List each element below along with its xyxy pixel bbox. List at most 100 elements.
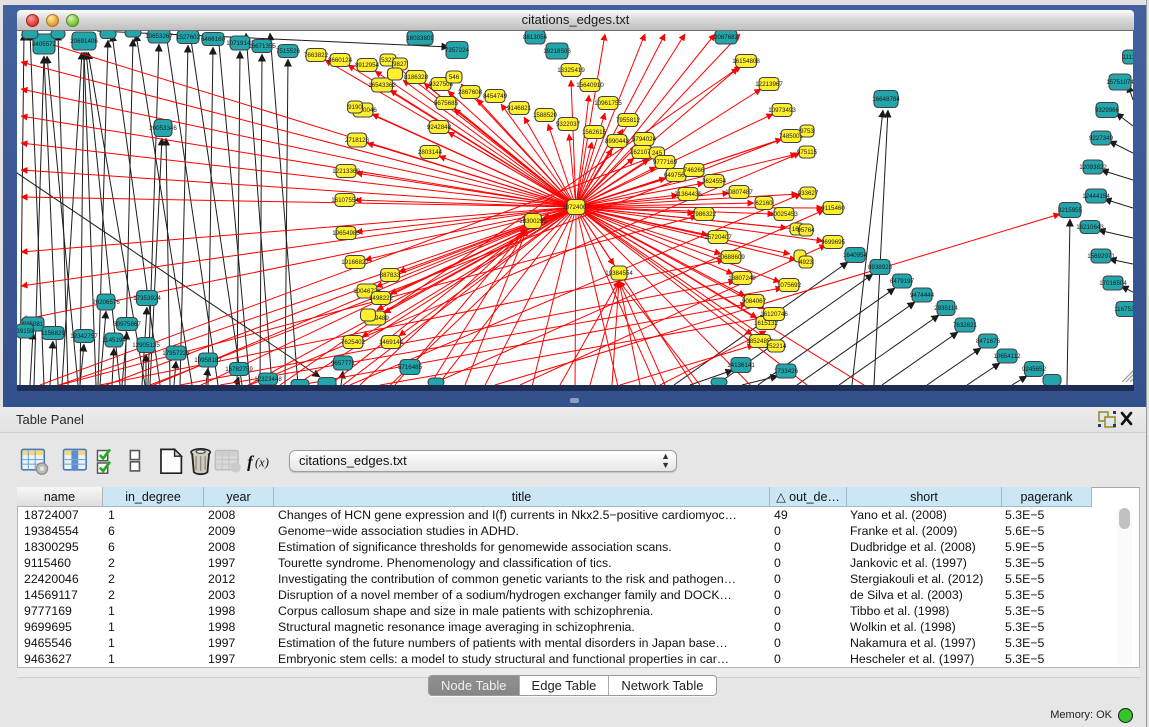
svg-text:2718126: 2718126 — [345, 137, 370, 144]
svg-text:12342757: 12342757 — [70, 333, 98, 340]
svg-text:8813054: 8813054 — [523, 34, 548, 41]
svg-text:15751074: 15751074 — [1106, 79, 1133, 86]
svg-text:30975867: 30975867 — [113, 321, 141, 328]
svg-text:9827: 9827 — [393, 61, 407, 68]
svg-text:1640954: 1640954 — [843, 252, 868, 259]
svg-text:10973493: 10973493 — [768, 107, 796, 114]
svg-text:933627: 933627 — [798, 190, 819, 197]
svg-text:1145194: 1145194 — [102, 337, 126, 344]
svg-text:15720407: 15720407 — [704, 234, 732, 241]
svg-text:1562615: 1562615 — [582, 129, 607, 136]
svg-text:7632621: 7632621 — [953, 322, 978, 329]
svg-text:7625402: 7625402 — [341, 339, 366, 346]
svg-text:8186328: 8186328 — [404, 74, 429, 81]
svg-text:9657771: 9657771 — [331, 360, 356, 367]
svg-text:7986322: 7986322 — [692, 211, 717, 218]
svg-text:17353924: 17353924 — [133, 295, 161, 302]
svg-text:16107554: 16107554 — [331, 197, 359, 204]
svg-text:9777169: 9777169 — [653, 159, 678, 166]
svg-text:2935114: 2935114 — [934, 305, 958, 312]
svg-text:13325419: 13325419 — [557, 67, 585, 74]
svg-text:3624554: 3624554 — [702, 178, 727, 185]
svg-text:16033809: 16033809 — [406, 35, 434, 42]
svg-text:17016504: 17016504 — [1099, 280, 1127, 287]
svg-text:1167533: 1167533 — [1114, 306, 1133, 313]
svg-text:2867608: 2867608 — [458, 89, 483, 96]
svg-text:9329966: 9329966 — [1095, 107, 1120, 114]
svg-text:17957223: 17957223 — [162, 350, 190, 357]
svg-text:9190: 9190 — [348, 104, 362, 111]
svg-text:12905135: 12905135 — [132, 342, 160, 349]
svg-text:12444154: 12444154 — [1082, 193, 1110, 200]
svg-text:12213967: 12213967 — [755, 81, 783, 88]
svg-text:7515526: 7515526 — [276, 48, 301, 55]
svg-text:8938923: 8938923 — [868, 264, 893, 271]
svg-text:252214: 252214 — [766, 343, 787, 350]
svg-text:6479197: 6479197 — [890, 278, 915, 285]
svg-text:9753: 9753 — [800, 128, 814, 135]
svg-text:9146821: 9146821 — [507, 105, 532, 112]
svg-text:5716485: 5716485 — [398, 364, 423, 371]
svg-text:16648784: 16648784 — [872, 96, 900, 103]
svg-text:2087682: 2087682 — [714, 34, 739, 41]
svg-text:62160: 62160 — [755, 200, 773, 207]
svg-text:7357224: 7357224 — [445, 47, 470, 54]
svg-text:15692971: 15692971 — [1087, 253, 1115, 260]
svg-text:21364436: 21364436 — [674, 191, 702, 198]
svg-text:19218506: 19218506 — [543, 48, 571, 55]
svg-text:12213369: 12213369 — [332, 168, 360, 175]
svg-text:6466160: 6466160 — [201, 36, 226, 43]
svg-text:(x): (x) — [255, 455, 269, 469]
svg-text:19654985: 19654985 — [332, 230, 360, 237]
svg-text:95764: 95764 — [797, 227, 815, 234]
svg-text:4923: 4923 — [799, 259, 813, 266]
svg-text:1527602: 1527602 — [176, 34, 201, 41]
svg-text:10958187: 10958187 — [194, 357, 222, 364]
svg-text:16782759: 16782759 — [225, 366, 253, 373]
svg-text:12093822: 12093822 — [1079, 164, 1107, 171]
svg-text:10654112: 10654112 — [993, 353, 1021, 360]
svg-text:9084067: 9084067 — [742, 298, 767, 305]
svg-text:1112: 1112 — [1123, 54, 1133, 61]
svg-text:1733426: 1733426 — [774, 368, 799, 375]
svg-text:18807249: 18807249 — [728, 275, 756, 282]
svg-text:18724007: 18724007 — [562, 204, 590, 211]
svg-text:8660124: 8660124 — [328, 57, 353, 64]
svg-text:10688609: 10688609 — [717, 254, 745, 261]
svg-text:9115460: 9115460 — [821, 205, 845, 212]
svg-text:8990443: 8990443 — [605, 138, 630, 145]
svg-text:1469144: 1469144 — [379, 339, 404, 346]
svg-text:9227349: 9227349 — [1089, 135, 1114, 142]
svg-text:8471676: 8471676 — [976, 338, 1001, 345]
svg-text:14136141: 14136141 — [727, 362, 755, 369]
svg-text:8912954: 8912954 — [355, 62, 380, 69]
svg-text:39159: 39159 — [17, 328, 34, 335]
svg-text:8215955: 8215955 — [1058, 207, 1083, 214]
svg-text:1156829: 1156829 — [41, 330, 65, 337]
svg-text:7955812: 7955812 — [616, 117, 641, 124]
svg-text:975115: 975115 — [797, 149, 818, 156]
svg-text:20691406: 20691406 — [70, 38, 98, 45]
svg-text:16671355: 16671355 — [248, 43, 276, 50]
svg-text:20053346: 20053346 — [149, 125, 177, 132]
svg-text:887833: 887833 — [380, 272, 401, 279]
svg-text:8405572: 8405572 — [32, 41, 57, 48]
svg-text:16210643: 16210643 — [1076, 224, 1104, 231]
svg-text:1498222: 1498222 — [369, 295, 394, 302]
svg-text:6794024: 6794024 — [632, 136, 657, 143]
svg-text:16154808: 16154808 — [732, 58, 760, 65]
svg-text:10961755: 10961755 — [594, 100, 622, 107]
svg-text:12323448: 12323448 — [254, 376, 282, 383]
svg-text:f: f — [247, 453, 255, 472]
svg-text:10807487: 10807487 — [725, 189, 753, 196]
svg-text:5675685: 5675685 — [434, 100, 459, 107]
svg-text:10025453: 10025453 — [770, 211, 798, 218]
svg-text:746266: 746266 — [684, 167, 705, 174]
svg-text:1075692: 1075692 — [777, 282, 802, 289]
svg-text:2803144: 2803144 — [418, 149, 443, 156]
svg-text:19384554: 19384554 — [605, 270, 633, 277]
svg-text:16543362: 16543362 — [368, 82, 396, 89]
svg-text:9699695: 9699695 — [821, 239, 846, 246]
svg-text:18300295: 18300295 — [519, 218, 547, 225]
svg-text:9474444: 9474444 — [910, 292, 935, 299]
